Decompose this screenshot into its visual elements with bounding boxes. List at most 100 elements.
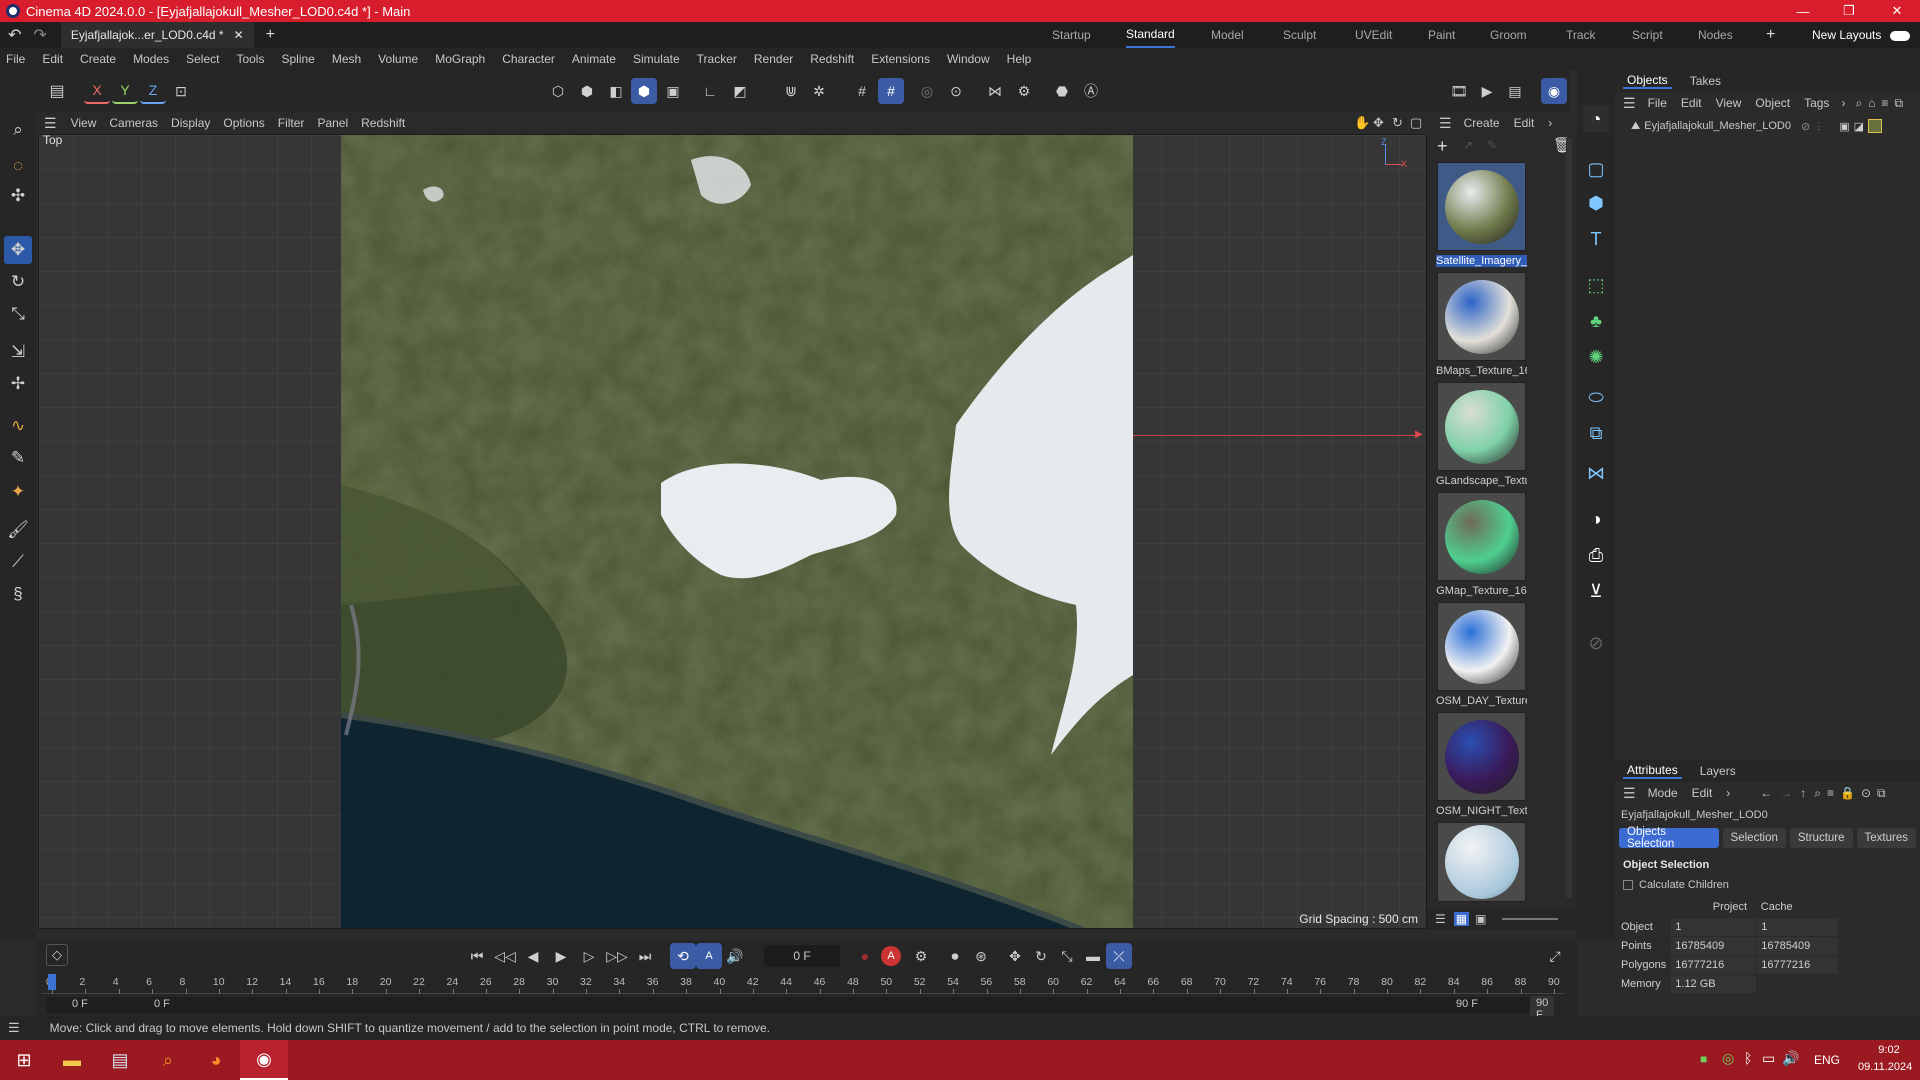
layout-track[interactable]: Track [1566,22,1596,48]
subtab-textures[interactable]: Textures [1856,828,1916,848]
file-explorer-icon[interactable]: ▬ [48,1040,96,1080]
viewport-menu-view[interactable]: View [71,116,97,130]
tab-takes[interactable]: Takes [1690,74,1721,88]
param-key-icon[interactable]: ▬ [1080,943,1106,969]
keyframe-icon[interactable]: ◇ [46,944,68,966]
transform-tool-icon[interactable]: ⇲ [4,338,32,366]
tab-layers[interactable]: Layers [1700,764,1736,778]
next-frame-icon[interactable]: ▷ [576,943,602,969]
zoom-view-icon[interactable]: ✥ [1373,115,1384,131]
motion-record-icon[interactable]: ⏺ [942,943,968,969]
redo-icon[interactable]: ↷ [33,25,46,45]
close-tab-icon[interactable]: ✕ [234,28,244,42]
soft-selection-icon[interactable]: ✲ [806,78,832,104]
go-to-end-icon[interactable]: ⏭ [632,943,658,969]
viewport-menu-panel[interactable]: Panel [317,116,348,130]
subtab-structure[interactable]: Structure [1789,828,1853,848]
axis-tool-icon[interactable]: ✢ [4,370,32,398]
new-window-icon[interactable]: ⧉ [1894,96,1903,111]
text-spline-icon[interactable]: T [1583,226,1609,252]
subtab-objects-selection[interactable]: Objects Selection [1619,826,1719,850]
document-tab[interactable]: Eyjafjallajok...er_LOD0.c4d * ✕ [60,22,254,48]
subdivision-surface-icon[interactable]: ⬚ [1583,272,1609,298]
auto-mode-icon[interactable]: Ⓐ [1078,78,1104,104]
language-indicator[interactable]: ENG [1814,1053,1840,1067]
lock-icon[interactable]: 🔒 [1840,786,1855,800]
layout-paint[interactable]: Paint [1428,22,1455,48]
object-row[interactable]: ⛰ Eyjafjallajokull_Mesher_LOD0 ⊘ ⋮ ▣ ◪ [1615,116,1920,136]
objects-menu-file[interactable]: File [1648,96,1667,110]
grid-view-icon[interactable]: ▦ [1453,912,1470,926]
cube-object-icon[interactable]: ⬢ [1583,190,1609,216]
large-view-icon[interactable]: ▣ [1475,912,1486,926]
list-view-icon[interactable]: ▤ [44,78,70,104]
visibility-dots-icon[interactable]: ⋮ [1814,121,1823,132]
material-item[interactable]: GLandscape_Textu [1436,382,1527,487]
up-arrow-icon[interactable]: ↑ [1800,786,1806,800]
edit-material-icon[interactable]: ✎ [1487,138,1497,152]
loop-icon[interactable]: ⟲ [670,943,696,969]
menu-mesh[interactable]: Mesh [332,52,361,66]
uvw-tag-icon[interactable]: ◪ [1854,120,1864,133]
menu-mograph[interactable]: MoGraph [435,52,485,66]
attributes-menu-mode[interactable]: Mode [1648,786,1678,800]
nvidia-tray-icon[interactable]: ■ [1700,1052,1707,1066]
menu-volume[interactable]: Volume [378,52,418,66]
play-icon[interactable]: ▶ [548,943,574,969]
cinema4d-taskbar-icon[interactable]: ◉ [240,1040,288,1080]
weight-tool-icon[interactable]: § [4,580,32,608]
clock-time[interactable]: 9:02 [1866,1044,1912,1056]
deformer-icon[interactable]: ⬭ [1583,384,1609,410]
menu-modes[interactable]: Modes [133,52,169,66]
layout-model[interactable]: Model [1211,22,1244,48]
close-button[interactable]: ✕ [1874,0,1920,22]
timeline-ruler[interactable]: 0246810121416182022242628303234363840424… [42,974,1564,994]
layout-groom[interactable]: Groom [1490,22,1527,48]
viewport-menu-redshift[interactable]: Redshift [361,116,405,130]
search-icon[interactable]: ⌕ [4,116,32,144]
menu-select[interactable]: Select [186,52,219,66]
light-icon[interactable]: ◑ [1583,506,1609,532]
menu-simulate[interactable]: Simulate [633,52,680,66]
subtab-selection[interactable]: Selection [1722,828,1786,848]
viewport-menu-cameras[interactable]: Cameras [109,116,158,130]
material-tag-icon[interactable] [1868,119,1883,133]
thumbnail-size-slider[interactable] [1502,918,1559,920]
snapping-icon[interactable]: # [878,78,904,104]
render-region-icon[interactable]: 🎞 [1446,78,1472,104]
key-settings-icon[interactable]: ⚙ [908,943,934,969]
volume-tray-icon[interactable]: 🔊 [1782,1050,1799,1067]
layout-nodes[interactable]: Nodes [1698,22,1733,48]
material-item[interactable]: GMap_Texture_16 [1436,492,1527,597]
camera-icon[interactable]: ⎙ [1583,542,1609,568]
scale-key-icon[interactable]: ⤡ [1054,943,1080,969]
cloner-icon[interactable]: ♣ [1583,308,1609,334]
filter-icon[interactable]: ≡ [1827,786,1834,800]
texture-tag-icon[interactable]: ▣ [1839,120,1849,133]
rotate-view-icon[interactable]: ↻ [1392,115,1403,131]
axis-y-lock-button[interactable]: Y [112,78,138,104]
clock-date[interactable]: 09.11.2024 [1858,1061,1912,1073]
menu-file[interactable]: File [6,52,25,66]
objects-menu-edit[interactable]: Edit [1681,96,1702,110]
spline-pen-icon[interactable]: ∿ [4,412,32,440]
tab-objects[interactable]: Objects [1623,73,1672,89]
add-layout-icon[interactable]: + [1766,22,1775,48]
more-chevron-icon[interactable]: › [1841,96,1845,110]
playhead[interactable] [48,974,56,990]
material-menu-create[interactable]: Create [1464,116,1500,130]
viewport-menu-options[interactable]: Options [223,116,264,130]
current-frame-field[interactable]: 0 F [764,945,840,967]
menu-create[interactable]: Create [80,52,116,66]
previous-frame-icon[interactable]: ◀ [520,943,546,969]
bluetooth-tray-icon[interactable]: ᛒ [1744,1050,1752,1066]
coordinate-system-icon[interactable]: ⊡ [168,78,194,104]
position-key-icon[interactable]: ✥ [1002,943,1028,969]
maximize-button[interactable]: ❐ [1826,0,1872,22]
render-to-picture-viewer-icon[interactable]: ▶ [1474,78,1500,104]
back-arrow-icon[interactable]: ← [1760,786,1772,800]
effector-icon[interactable]: ✺ [1583,344,1609,370]
calculate-children-checkbox[interactable] [1623,880,1633,890]
null-object-icon[interactable]: ▢ [1583,156,1609,182]
more-chevron-icon[interactable]: › [1726,786,1730,800]
